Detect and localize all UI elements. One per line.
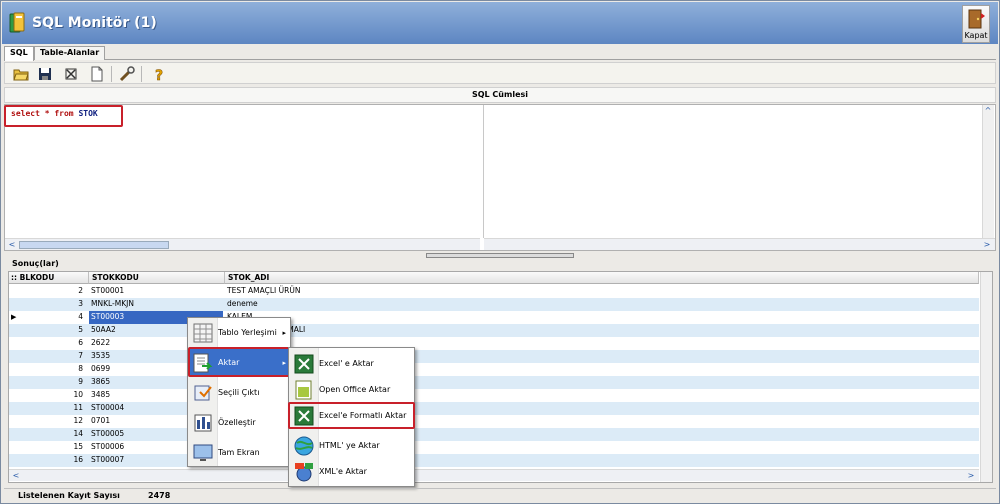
cell-blkodu[interactable]: 12 (19, 415, 87, 428)
help-icon[interactable]: ? (151, 66, 167, 82)
tab-table-alanlar[interactable]: Table-Alanlar (34, 46, 106, 60)
print-selection-icon (194, 385, 212, 401)
results-grid[interactable]: :: BLKODU STOKKODU STOK_ADI 2 ST00001 TEST… (8, 271, 993, 483)
cell-stokkodu[interactable]: MNKL-MKJN (89, 298, 223, 311)
database-icon (9, 12, 25, 33)
context-menu: Tablo Yerleşimi ▸ Aktar ▸ Seçili Çıktı Öze… (187, 317, 291, 467)
cell-blkodu[interactable]: 14 (19, 428, 87, 441)
title-bar: SQL Monitör (1) Kapat (2, 2, 998, 44)
clear-icon[interactable] (63, 66, 79, 82)
cell-blkodu[interactable]: 15 (19, 441, 87, 454)
toolbar-separator (111, 66, 112, 82)
sql-header: SQL Cümlesi (4, 87, 996, 103)
record-count-value: 2478 (148, 491, 171, 500)
cell-stokkodu[interactable]: ST00001 (89, 285, 223, 298)
close-button[interactable]: Kapat (962, 5, 990, 43)
close-button-label: Kapat (964, 31, 988, 40)
scroll-up-icon[interactable]: ^ (983, 106, 993, 116)
aktar-highlight (188, 347, 290, 377)
open-office-icon (295, 380, 312, 400)
cell-blkodu[interactable]: 9 (19, 376, 87, 389)
sql-monitor-window: SQL Monitör (1) Kapat SQL Table-Alanlar … (0, 0, 1000, 504)
tab-sql[interactable]: SQL (4, 46, 34, 61)
table-row[interactable]: 14 ST00005 (9, 428, 979, 441)
table-row[interactable]: 11 ST00004 (9, 402, 979, 415)
door-exit-icon (968, 9, 985, 29)
menu-item-secili-cikti[interactable]: Seçili Çıktı (190, 379, 290, 407)
table-row[interactable]: 3 MNKL-MKJN deneme (9, 298, 979, 311)
cell-blkodu[interactable]: 10 (19, 389, 87, 402)
cell-stok-adi[interactable]: deneme (225, 298, 625, 311)
cell-blkodu[interactable]: 8 (19, 363, 87, 376)
menu-item-tam-ekran[interactable]: Tam Ekran (190, 439, 290, 467)
table-row[interactable]: 12 0701 (9, 415, 979, 428)
html-icon (294, 436, 314, 456)
cell-blkodu[interactable]: 4 (19, 311, 87, 324)
scroll-thumb[interactable] (19, 241, 169, 249)
table-row[interactable]: 2 ST00001 TEST AMAÇLI ÜRÜN (9, 285, 979, 298)
excel-formatli-highlight (288, 402, 415, 429)
sql-query-highlight (4, 105, 123, 127)
menu-item-tablo-yerlesimi[interactable]: Tablo Yerleşimi ▸ (190, 319, 290, 347)
excel-icon (294, 354, 314, 374)
grid-vertical-scrollbar[interactable] (980, 272, 992, 482)
table-row[interactable]: 16 ST00007 (9, 454, 979, 467)
results-label: Sonuç(lar) (12, 259, 59, 268)
wrench-icon[interactable] (119, 66, 135, 82)
fullscreen-icon (193, 444, 213, 461)
menu-item-excel-aktar[interactable]: Excel' e Aktar (291, 350, 414, 378)
record-count-label: Listelenen Kayıt Sayısı (18, 491, 120, 500)
column-header-stok-adi[interactable]: STOK_ADI (225, 272, 979, 284)
scroll-right-icon[interactable]: > (966, 471, 976, 481)
table-layout-icon (193, 323, 213, 343)
save-icon[interactable] (37, 66, 53, 82)
menu-item-ozellestir[interactable]: Özelleştir (190, 409, 290, 437)
status-bar: Listelenen Kayıt Sayısı 2478 (4, 488, 996, 502)
xml-icon (295, 463, 313, 482)
table-row[interactable]: 7 3535 (9, 350, 979, 363)
cell-blkodu[interactable]: 5 (19, 324, 87, 337)
toolbar: ? (4, 62, 996, 84)
scroll-left-icon[interactable]: < (11, 471, 21, 481)
row-indicator-icon: ▶ (11, 313, 17, 321)
table-row[interactable]: 550AA2IM DEKOTA SIVAMALI (9, 324, 979, 337)
table-row[interactable]: 9 3865 (9, 376, 979, 389)
cell-blkodu[interactable]: 6 (19, 337, 87, 350)
table-row[interactable]: 15 ST00006 (9, 441, 979, 454)
scroll-right-icon[interactable]: > (982, 240, 992, 250)
editor-horizontal-scrollbar-right[interactable]: > (484, 238, 995, 250)
menu-item-xml-aktar[interactable]: XML'e Aktar (291, 458, 414, 486)
scroll-left-icon[interactable]: < (7, 240, 17, 250)
cell-blkodu[interactable]: 3 (19, 298, 87, 311)
table-row[interactable]: 10 3485 (9, 389, 979, 402)
cell-blkodu[interactable]: 2 (19, 285, 87, 298)
panel-splitter[interactable] (426, 253, 574, 258)
editor-splitter[interactable] (483, 105, 484, 238)
cell-blkodu[interactable]: 16 (19, 454, 87, 467)
cell-stok-adi[interactable]: TEST AMAÇLI ÜRÜN (225, 285, 625, 298)
tab-bar: SQL Table-Alanlar (4, 46, 996, 61)
editor-vertical-scrollbar[interactable]: ^ (982, 105, 994, 238)
column-header-stokkodu[interactable]: STOKKODU (89, 272, 225, 284)
editor-horizontal-scrollbar-left[interactable]: < (5, 238, 480, 250)
window-title: SQL Monitör (1) (32, 15, 157, 31)
new-document-icon[interactable] (89, 66, 105, 82)
customize-icon (194, 414, 212, 432)
open-folder-icon[interactable] (13, 66, 29, 82)
cell-blkodu[interactable]: 7 (19, 350, 87, 363)
menu-item-open-office-aktar[interactable]: Open Office Aktar (291, 376, 414, 404)
table-row[interactable]: 8 0699 (9, 363, 979, 376)
grid-horizontal-scrollbar[interactable]: < > (9, 469, 979, 481)
toolbar-separator (141, 66, 142, 82)
column-header-blkodu[interactable]: :: BLKODU (9, 272, 89, 284)
svg-text:?: ? (155, 68, 163, 82)
sql-editor[interactable]: select * from STOK ^ < > (4, 104, 996, 251)
cell-blkodu[interactable]: 11 (19, 402, 87, 415)
menu-item-html-aktar[interactable]: HTML' ye Aktar (291, 432, 414, 460)
table-row[interactable]: 62622A.Ö. BASKI (9, 337, 979, 350)
table-row[interactable]: ▶4ST00003KALEM (9, 311, 979, 324)
